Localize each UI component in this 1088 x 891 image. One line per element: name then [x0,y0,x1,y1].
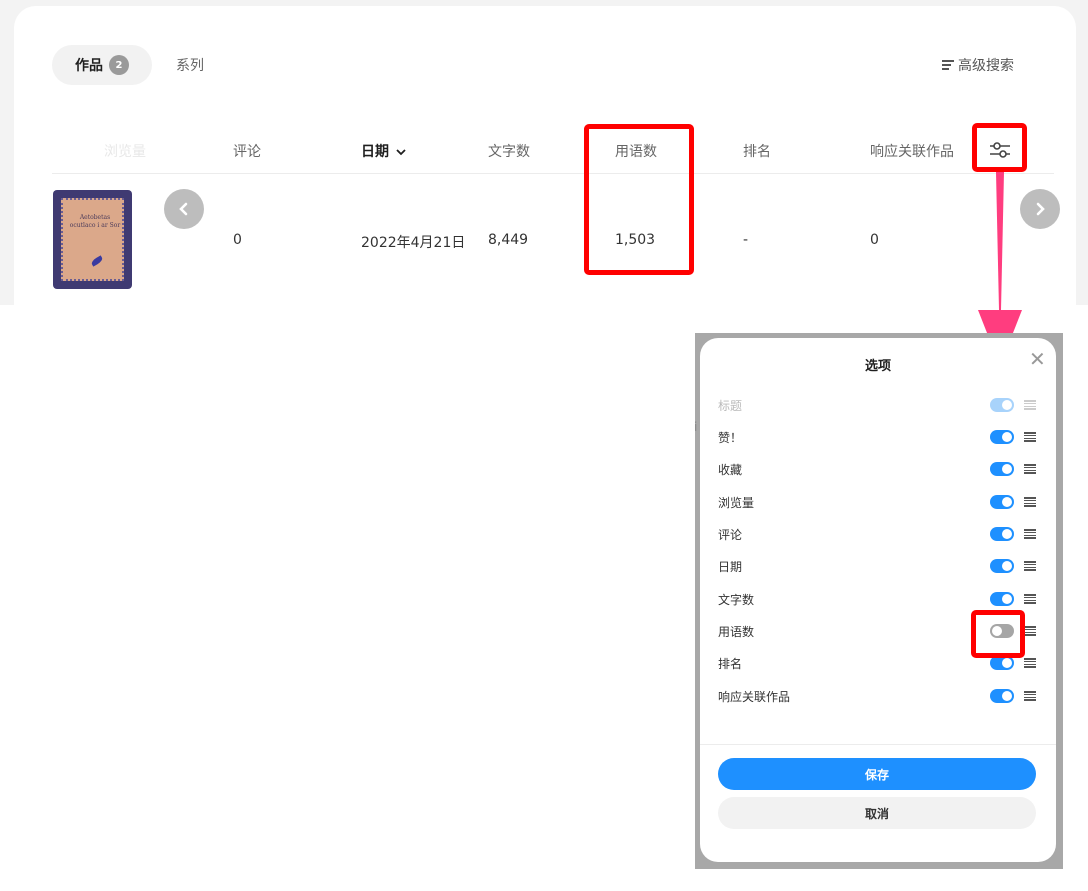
option-toggle[interactable] [990,462,1014,476]
modal-title: 选项 [864,359,891,374]
column-header-date[interactable]: 日期 [361,141,406,161]
option-row-comments: 评论 [718,524,1036,544]
option-toggle[interactable] [990,527,1014,541]
cell-date: 2022年4月21日 [361,235,466,251]
works-count-badge: 2 [109,55,129,75]
scroll-left-button[interactable] [164,189,204,229]
drag-handle-icon[interactable] [1024,594,1036,604]
option-toggle [990,398,1014,412]
highlight-settings-button [972,123,1027,172]
option-row-likes: 赞！ [718,427,1036,447]
option-label: 评论 [718,527,743,542]
cancel-button[interactable]: 取消 [718,797,1036,829]
column-header-related[interactable]: 响应关联作品 [870,141,954,161]
option-row-related: 响应关联作品 [718,686,1036,706]
option-label: 收藏 [718,462,743,477]
option-row-bookmarks: 收藏 [718,459,1036,479]
tab-works-label: 作品 [75,58,103,74]
drag-handle-icon[interactable] [1024,529,1036,539]
advanced-search-label: 高级搜索 [958,58,1014,74]
column-header-comments[interactable]: 评论 [233,141,261,161]
advanced-search-button[interactable]: 高级搜索 [942,55,1014,75]
menu-lines-icon [942,60,954,70]
option-toggle[interactable] [990,430,1014,444]
work-cover-thumbnail[interactable]: Aetobetas ocutlaco i ar Sor [53,190,132,289]
drag-handle-icon[interactable] [1024,626,1036,636]
drag-handle-icon[interactable] [1024,691,1036,701]
option-toggle[interactable] [990,559,1014,573]
column-header-rank[interactable]: 排名 [743,141,771,161]
highlight-words-column [584,124,694,275]
option-toggle[interactable] [990,495,1014,509]
cover-title-text: Aetobetas ocutlaco i ar Sor [69,214,121,229]
cell-comments: 0 [233,232,242,248]
column-header-chars[interactable]: 文字数 [488,141,530,161]
drag-handle-icon[interactable] [1024,432,1036,442]
cell-chars: 8,449 [488,232,529,248]
option-label: 赞！ [718,430,743,445]
highlight-words-toggle [971,610,1025,658]
option-toggle[interactable] [990,592,1014,606]
option-row-views: 浏览量 [718,492,1036,512]
chevron-down-icon [396,149,406,156]
option-label: 响应关联作品 [718,689,791,704]
tab-bar: 作品 2 系列 [52,45,204,85]
cell-related: 0 [870,232,879,248]
option-label: 日期 [718,559,743,574]
option-row-title: 标题 [718,395,1036,415]
tab-works[interactable]: 作品 2 [52,45,152,85]
options-modal: 选项 ✕ 标题 赞！ 收藏 浏览量 评论 日期 文字数 用语数 排名 响应关联作… [700,338,1056,862]
chevron-right-icon [1036,202,1045,216]
option-label: 文字数 [718,592,755,607]
option-row-chars: 文字数 [718,589,1036,609]
chevron-left-icon [179,202,188,216]
modal-footer-divider [700,744,1056,745]
column-header-views: 浏览量 [104,144,146,160]
drag-handle-icon[interactable] [1024,497,1036,507]
background-peek-text: i [694,420,698,434]
option-row-date: 日期 [718,556,1036,576]
close-icon[interactable]: ✕ [1029,349,1046,369]
option-label: 标题 [718,398,743,413]
drag-handle-icon[interactable] [1024,561,1036,571]
option-label: 用语数 [718,624,755,639]
tab-series[interactable]: 系列 [176,55,204,75]
option-toggle[interactable] [990,656,1014,670]
cell-rank: - [743,232,749,248]
option-toggle[interactable] [990,689,1014,703]
option-label: 排名 [718,656,743,671]
drag-handle-icon[interactable] [1024,658,1036,668]
table-header-divider [52,173,1054,174]
cover-artwork: Aetobetas ocutlaco i ar Sor [61,198,124,281]
drag-handle-icon [1024,400,1036,410]
save-button[interactable]: 保存 [718,758,1036,790]
drag-handle-icon[interactable] [1024,464,1036,474]
option-label: 浏览量 [718,495,755,510]
column-header-date-label: 日期 [361,144,389,160]
feather-icon [90,255,104,267]
